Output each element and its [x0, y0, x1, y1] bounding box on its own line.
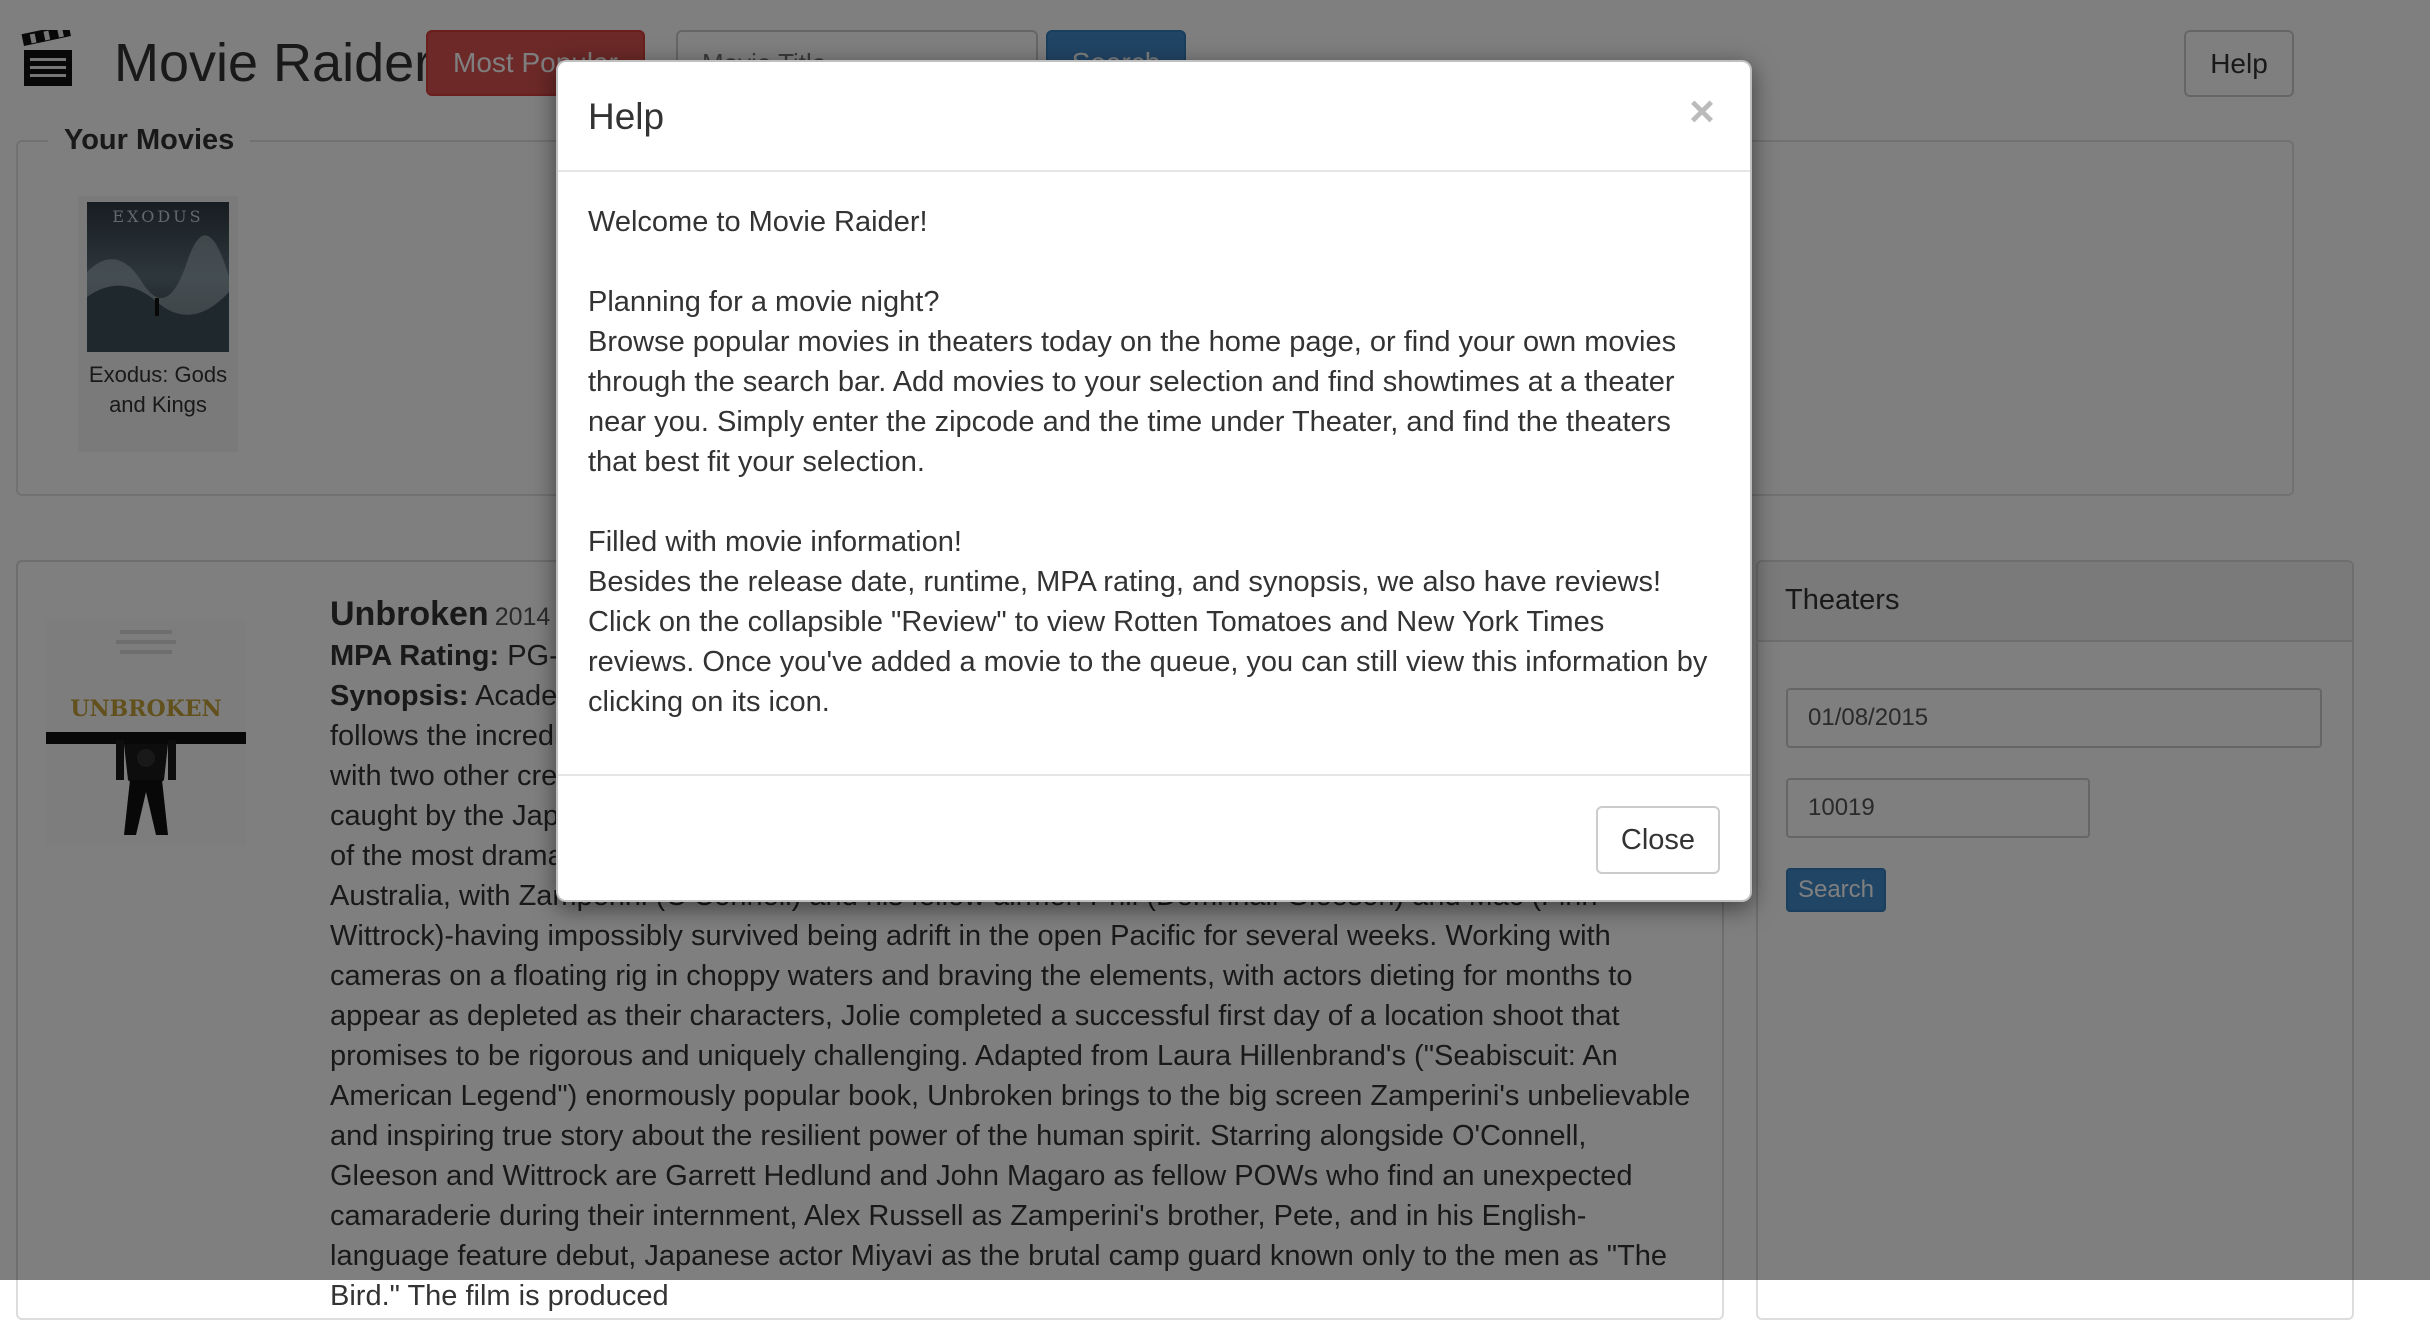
info-section: Filled with movie information! Besides th… [588, 522, 1718, 722]
welcome-text: Welcome to Movie Raider! [588, 206, 928, 238]
planning-section: Planning for a movie night? Browse popula… [588, 282, 1718, 482]
close-icon[interactable]: × [1682, 88, 1722, 136]
modal-footer: Close [558, 774, 1750, 902]
info-text: Besides the release date, runtime, MPA r… [588, 566, 1708, 718]
planning-heading: Planning for a movie night? [588, 286, 940, 318]
modal-header: Help × [558, 62, 1750, 172]
close-button[interactable]: Close [1596, 806, 1720, 874]
info-heading: Filled with movie information! [588, 526, 962, 558]
modal-body: Welcome to Movie Raider! Planning for a … [588, 202, 1718, 762]
modal-title: Help [588, 96, 665, 137]
planning-text: Browse popular movies in theaters today … [588, 326, 1677, 478]
help-modal: Help × Welcome to Movie Raider! Planning… [556, 60, 1752, 902]
